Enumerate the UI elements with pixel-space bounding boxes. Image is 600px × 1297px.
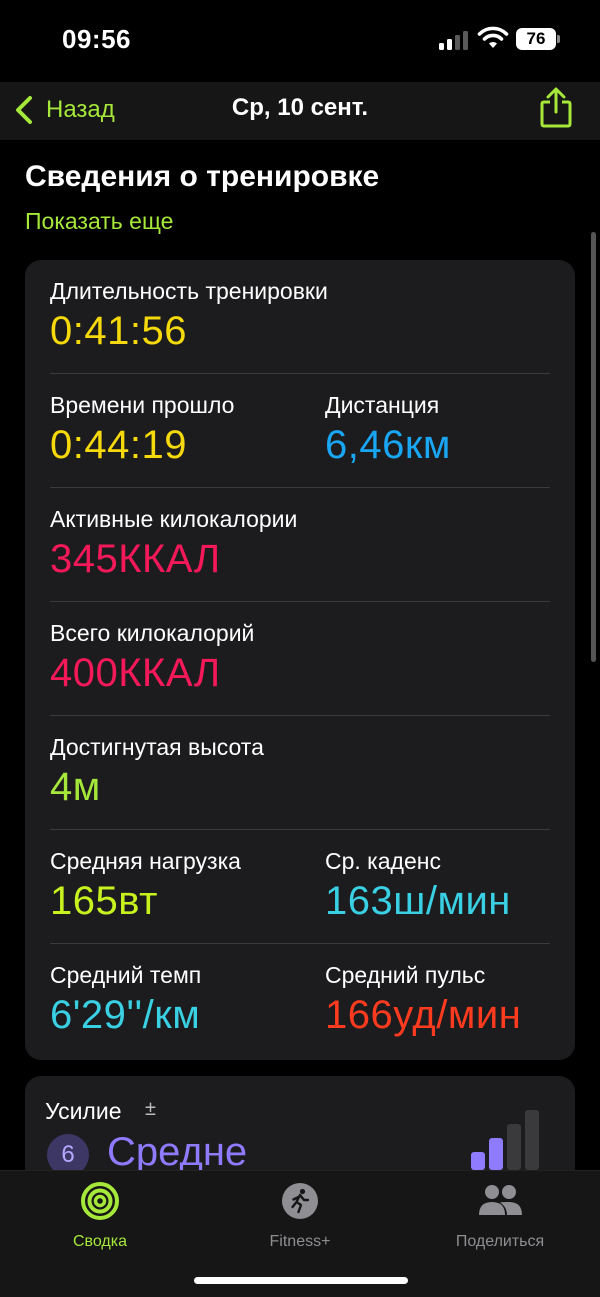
metric-row: Достигнутая высота 4м: [50, 716, 550, 830]
battery-level: 76: [516, 28, 556, 50]
battery-icon: 76: [516, 28, 560, 50]
metric-label: Средняя нагрузка: [50, 848, 241, 874]
status-time: 09:56: [62, 24, 131, 54]
metric-label: Средний пульс: [325, 962, 486, 988]
home-indicator: [194, 1277, 408, 1284]
metric-value: 6'29''/км: [50, 993, 201, 1037]
metric-row: Средняя нагрузка 165вт Ср. каденс 163ш/м…: [50, 830, 550, 944]
metric-row: Длительность тренировки 0:41:56: [50, 260, 550, 374]
duration-metric: Длительность тренировки 0:41:56: [50, 278, 328, 354]
distance-metric: Дистанция 6,46км: [325, 392, 451, 468]
effort-level-bar: [525, 1110, 539, 1170]
workout-metrics-card: Длительность тренировки 0:41:56 Времени …: [25, 260, 575, 1060]
wifi-icon: [477, 26, 509, 48]
avg-power-metric: Средняя нагрузка 165вт: [50, 848, 241, 924]
tab-fitness-plus[interactable]: Fitness+: [230, 1181, 370, 1251]
avg-pace-metric: Средний темп 6'29''/км: [50, 962, 201, 1038]
metric-label: Времени прошло: [50, 392, 235, 418]
status-bar: 09:56 76: [0, 0, 600, 82]
metric-value: 6,46км: [325, 423, 451, 467]
metric-value: 166уд/мин: [325, 993, 522, 1037]
metric-value: 4м: [50, 765, 101, 809]
metric-row: Всего килокалорий 400ККАЛ: [50, 602, 550, 716]
avg-heart-rate-metric: Средний пульс 166уд/мин: [325, 962, 521, 1038]
metric-value: 163ш/мин: [325, 879, 511, 923]
tab-label: Поделиться: [455, 1233, 545, 1250]
total-kcal-metric: Всего килокалорий 400ККАЛ: [50, 620, 254, 696]
plus-minus-icon[interactable]: ±: [145, 1098, 156, 1121]
cadence-metric: Ср. каденс 163ш/мин: [325, 848, 511, 924]
activity-rings-icon: [81, 1182, 119, 1220]
metric-row: Средний темп 6'29''/км Средний пульс 166…: [50, 944, 550, 1058]
effort-level-bar: [507, 1124, 521, 1170]
elevation-metric: Достигнутая высота 4м: [50, 734, 264, 810]
page-title: Ср, 10 сент.: [231, 94, 369, 121]
effort-card[interactable]: Усилие ± 6 Средне: [25, 1076, 575, 1170]
scrollbar[interactable]: [591, 232, 596, 662]
cellular-signal-icon: [439, 30, 469, 50]
elapsed-metric: Времени прошло 0:44:19: [50, 392, 234, 468]
metric-row: Активные килокалории 345ККАЛ: [50, 488, 550, 602]
metric-value: 345ККАЛ: [50, 537, 221, 581]
metric-label: Длительность тренировки: [50, 278, 328, 304]
show-more-link[interactable]: Показать еще: [25, 208, 173, 235]
share-icon[interactable]: [538, 86, 574, 130]
metric-value: 400ККАЛ: [50, 651, 221, 695]
effort-level-bar: [471, 1152, 485, 1170]
effort-value: Средне: [107, 1130, 248, 1170]
metric-label: Активные килокалории: [50, 506, 298, 532]
effort-level-bar: [489, 1138, 503, 1170]
tab-sharing[interactable]: Поделиться: [430, 1181, 570, 1251]
metric-label: Всего килокалорий: [50, 620, 255, 646]
metric-label: Ср. каденс: [325, 848, 441, 874]
effort-level-bars-icon: [471, 1110, 539, 1170]
runner-icon: [282, 1183, 318, 1219]
navigation-bar: Назад Ср, 10 сент.: [0, 82, 600, 140]
tab-summary[interactable]: Сводка: [30, 1181, 170, 1251]
metric-value: 0:41:56: [50, 309, 187, 353]
metric-value: 165вт: [50, 879, 158, 923]
metric-row: Времени прошло 0:44:19 Дистанция 6,46км: [50, 374, 550, 488]
metric-value: 0:44:19: [50, 423, 187, 467]
workout-details-scroll[interactable]: Сведения о тренировке Показать еще Длите…: [0, 140, 600, 1170]
tab-bar: Сводка Fitness+ Поделиться: [0, 1170, 600, 1297]
metric-label: Дистанция: [325, 392, 440, 418]
people-icon: [479, 1185, 522, 1215]
section-title: Сведения о тренировке: [25, 160, 380, 193]
tab-label: Сводка: [72, 1233, 127, 1250]
effort-label: Усилие: [45, 1098, 122, 1124]
metric-label: Достигнутая высота: [50, 734, 264, 760]
effort-score-badge: 6: [47, 1134, 89, 1170]
tab-label: Fitness+: [269, 1233, 331, 1250]
active-kcal-metric: Активные килокалории 345ККАЛ: [50, 506, 297, 582]
metric-label: Средний темп: [50, 962, 202, 988]
